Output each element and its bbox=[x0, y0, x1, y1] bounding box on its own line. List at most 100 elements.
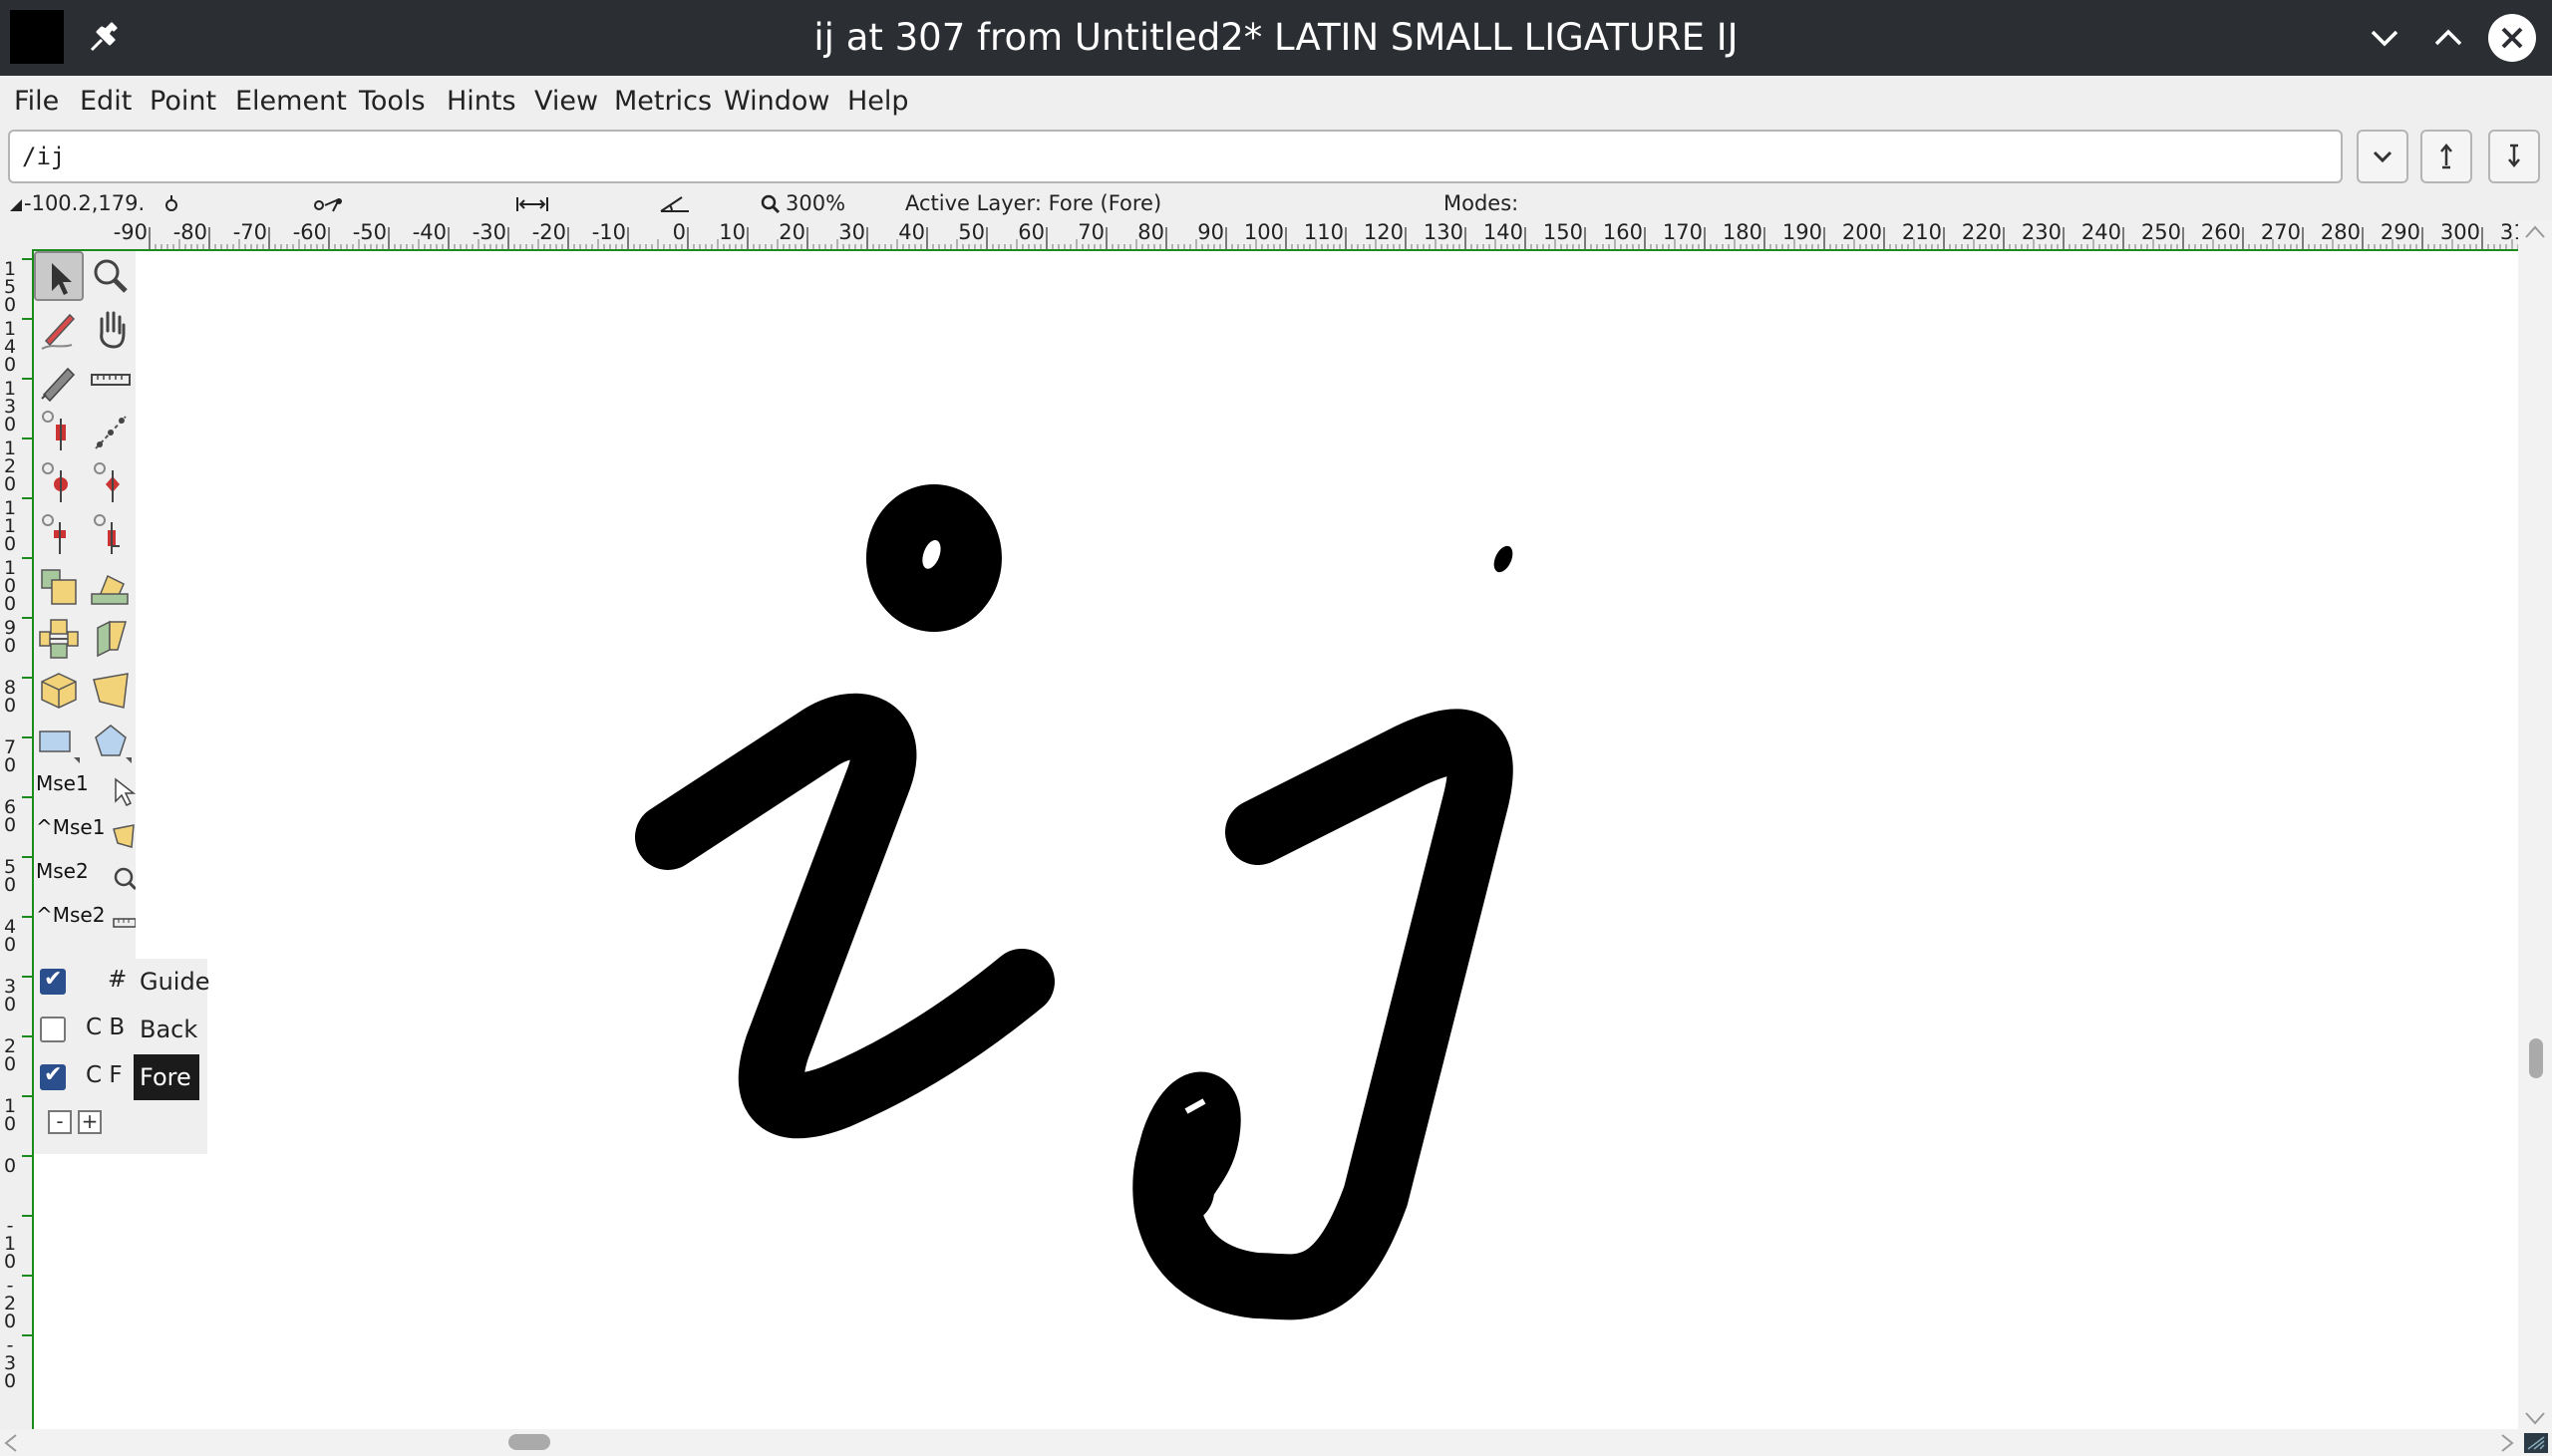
layer-name-guide[interactable]: Guide bbox=[134, 959, 217, 1005]
menu-bar: File Edit Point Element Tools Hints View… bbox=[0, 76, 2552, 128]
ruler-label-char: 0 bbox=[4, 695, 16, 717]
layer-flags: C B bbox=[86, 1015, 126, 1040]
layer-name-back[interactable]: Back bbox=[134, 1007, 205, 1052]
ruler-tool[interactable] bbox=[86, 355, 136, 405]
add-layer-button[interactable]: + bbox=[78, 1110, 102, 1134]
perspective-icon bbox=[93, 673, 129, 709]
previous-glyph-button[interactable] bbox=[2420, 130, 2472, 183]
glyph-name-input[interactable] bbox=[8, 130, 2343, 183]
horizontal-ruler[interactable]: -90 -80 -70 -60 -50 -40 -30 -20 -10 0 10 20 30 40 50 60… bbox=[0, 219, 2552, 251]
horizontal-scrollbar[interactable] bbox=[0, 1429, 2552, 1456]
ctrl-mouse1-label: ^Mse1 bbox=[36, 815, 106, 839]
ruler-label-char: 0 bbox=[4, 874, 16, 896]
3d-rotate-tool[interactable] bbox=[34, 666, 84, 716]
ruler-label: -80 bbox=[173, 220, 207, 244]
ruler-label: 20 bbox=[779, 220, 805, 244]
vertical-scroll-thumb[interactable] bbox=[2529, 1038, 2543, 1078]
menu-edit[interactable]: Edit bbox=[80, 84, 132, 120]
vertical-ruler-ticks: 1501401301201101009080706050403020100-10… bbox=[4, 258, 32, 1392]
glyph-canvas[interactable] bbox=[34, 251, 2518, 1427]
ruler-label: 50 bbox=[958, 220, 985, 244]
pointer-tool[interactable] bbox=[34, 251, 84, 301]
add-tangent-point-tool[interactable] bbox=[34, 510, 84, 560]
flip-tool[interactable] bbox=[34, 614, 84, 664]
ruler-label: 280 bbox=[2321, 220, 2361, 244]
horizontal-scroll-thumb[interactable] bbox=[508, 1434, 550, 1450]
polygon-icon bbox=[95, 725, 132, 763]
ruler-label-char: 0 bbox=[4, 934, 16, 956]
ruler-label: 170 bbox=[1663, 220, 1703, 244]
anchor-point-icon bbox=[94, 514, 120, 554]
remove-layer-button[interactable]: - bbox=[48, 1110, 72, 1134]
ruler-label: 100 bbox=[1244, 220, 1284, 244]
ruler-label: 110 bbox=[1304, 220, 1344, 244]
add-corner-point-tool[interactable] bbox=[86, 458, 136, 508]
layer-flags: # bbox=[108, 967, 128, 993]
vertical-scrollbar[interactable] bbox=[2518, 221, 2552, 1429]
layer-row-fore[interactable]: C F Fore bbox=[34, 1054, 207, 1100]
relative-point-icon bbox=[314, 198, 342, 212]
ruler-label-char: 0 bbox=[4, 533, 16, 555]
glyph-i-dot bbox=[865, 484, 1002, 632]
magnify-tool[interactable] bbox=[86, 251, 136, 301]
menu-hints[interactable]: Hints bbox=[447, 84, 516, 120]
resize-grip-icon[interactable] bbox=[2522, 1431, 2550, 1455]
ruler-label-char: 0 bbox=[4, 473, 16, 495]
knife-tool[interactable] bbox=[34, 355, 84, 405]
ruler-label: -20 bbox=[532, 220, 566, 244]
scale-tool[interactable] bbox=[34, 562, 84, 612]
glyph-input-row bbox=[0, 128, 2552, 189]
add-curve-point-tool[interactable] bbox=[34, 458, 84, 508]
layer-row-back[interactable]: C B Back bbox=[34, 1007, 207, 1052]
polygon-tool[interactable] bbox=[86, 718, 136, 767]
ruler-label-char: 0 bbox=[4, 593, 16, 615]
spiro-tool[interactable] bbox=[86, 407, 136, 456]
ruler-label: 40 bbox=[898, 220, 925, 244]
ruler-label: 160 bbox=[1603, 220, 1643, 244]
ruler-label: 220 bbox=[1962, 220, 2002, 244]
ruler-label-char: 0 bbox=[4, 414, 16, 436]
scroll-tool[interactable] bbox=[86, 303, 136, 353]
perspective-tool[interactable] bbox=[86, 666, 136, 716]
menu-view[interactable]: View bbox=[534, 84, 598, 120]
menu-help[interactable]: Help bbox=[847, 84, 909, 120]
tool-palette: Mse1 ^Mse1 Mse2 ^Mse2 bbox=[34, 251, 136, 959]
ruler-label: -40 bbox=[413, 220, 447, 244]
vertical-ruler[interactable]: 1501401301201101009080706050403020100-10… bbox=[0, 249, 34, 1429]
minimize-button[interactable] bbox=[2361, 14, 2408, 62]
next-glyph-button[interactable] bbox=[2488, 130, 2540, 183]
scroll-left-icon bbox=[4, 1434, 17, 1452]
ruler-label: 0 bbox=[673, 220, 686, 244]
layer-fore-visible-checkbox[interactable] bbox=[40, 1062, 66, 1090]
menu-window[interactable]: Window bbox=[724, 84, 829, 120]
rotate-tool[interactable] bbox=[86, 562, 136, 612]
glyph-j-stroke bbox=[1132, 709, 1513, 1320]
menu-point[interactable]: Point bbox=[150, 84, 216, 120]
layer-row-guide[interactable]: # Guide bbox=[34, 959, 209, 1005]
skew-tool[interactable] bbox=[86, 614, 136, 664]
ruler-label: 260 bbox=[2201, 220, 2241, 244]
layer-back-visible-checkbox[interactable] bbox=[40, 1017, 66, 1042]
menu-metrics[interactable]: Metrics bbox=[614, 84, 712, 120]
maximize-button[interactable] bbox=[2424, 14, 2472, 62]
add-anchor-point-tool[interactable] bbox=[86, 510, 136, 560]
rectangle-icon bbox=[39, 730, 80, 763]
menu-tools[interactable]: Tools bbox=[359, 84, 426, 120]
ruler-label: 10 bbox=[719, 220, 746, 244]
layer-name-fore[interactable]: Fore bbox=[134, 1054, 199, 1100]
zoom-level: 300% bbox=[786, 191, 846, 215]
pen-icon bbox=[41, 367, 76, 403]
freehand-tool[interactable] bbox=[34, 303, 84, 353]
close-button[interactable] bbox=[2488, 14, 2536, 62]
menu-element[interactable]: Element bbox=[235, 84, 347, 120]
layer-guide-visible-checkbox[interactable] bbox=[40, 967, 66, 995]
glyph-dropdown-button[interactable] bbox=[2357, 130, 2408, 183]
title-bar: ij at 307 from Untitled2* LATIN SMALL LI… bbox=[0, 0, 2552, 76]
window-title: ij at 307 from Untitled2* LATIN SMALL LI… bbox=[813, 16, 1739, 59]
add-hvcurve-tool[interactable] bbox=[34, 407, 84, 456]
ruler-label: 70 bbox=[1078, 220, 1105, 244]
ruler-label-char: 0 bbox=[4, 754, 16, 776]
menu-file[interactable]: File bbox=[14, 84, 59, 120]
rectangle-tool[interactable] bbox=[34, 718, 84, 767]
ruler-label: -70 bbox=[233, 220, 267, 244]
